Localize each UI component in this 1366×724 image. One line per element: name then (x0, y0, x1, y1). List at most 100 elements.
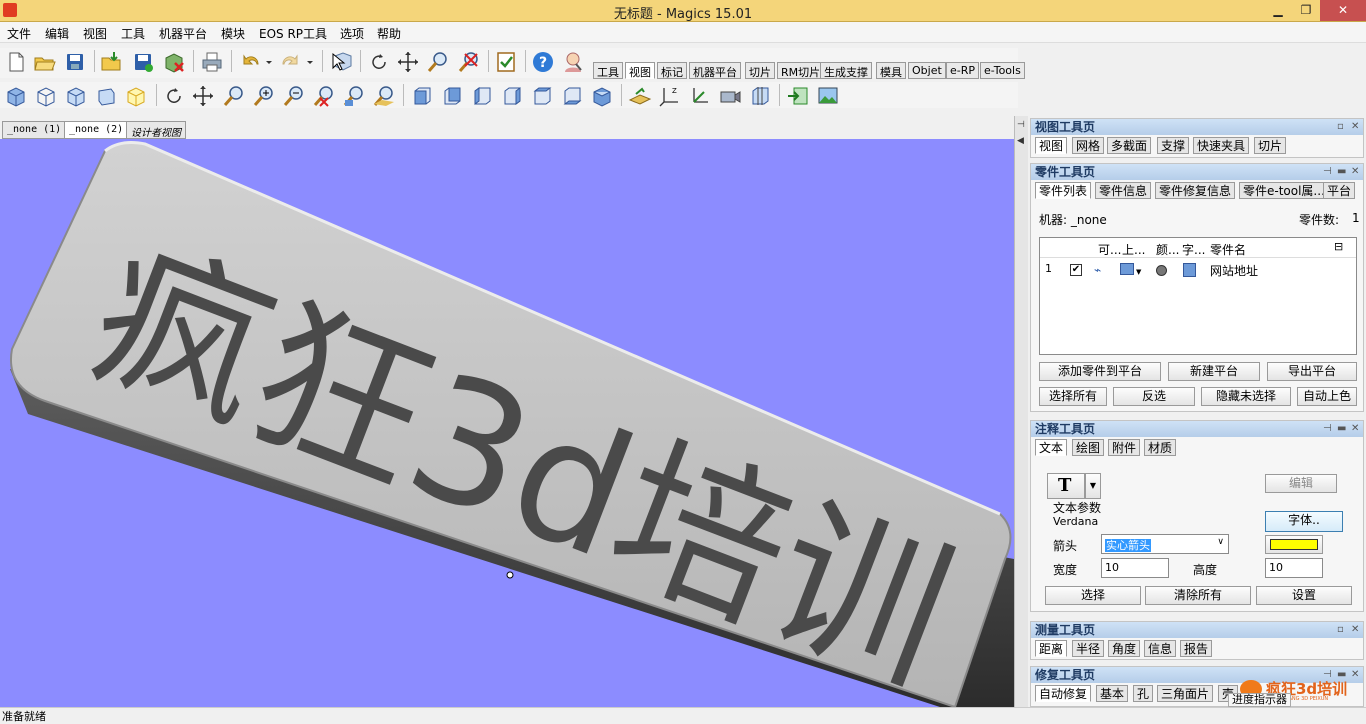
text-tool-button[interactable]: T (1047, 473, 1085, 499)
view-panel-tab-quick-fixture[interactable]: 快速夹具 (1193, 137, 1250, 154)
minimize-panel-icon[interactable]: ▬ (1337, 421, 1346, 437)
menu-edit[interactable]: 编辑 (45, 25, 69, 42)
checklist-icon[interactable] (494, 50, 518, 72)
rotate-view-icon[interactable] (162, 84, 186, 106)
view-bounding-box-icon[interactable] (124, 84, 148, 107)
color-dot-icon[interactable] (1156, 265, 1167, 276)
undo-icon[interactable] (238, 50, 274, 72)
arrow-select[interactable]: 实心箭头 ∨ (1101, 534, 1229, 554)
measure-tab-distance[interactable]: 距离 (1035, 640, 1068, 657)
fix-tab-triangles[interactable]: 三角面片 (1157, 685, 1214, 702)
save-icon[interactable] (63, 50, 87, 72)
parts-tab-fix-info[interactable]: 零件修复信息 (1155, 182, 1236, 199)
coordinate-system-icon[interactable]: Z (658, 84, 682, 107)
column-settings-icon[interactable]: ⊟ (1334, 240, 1343, 253)
parts-tab-info[interactable]: 零件信息 (1095, 182, 1152, 199)
export-view-icon[interactable] (786, 84, 810, 106)
zoom-icon[interactable] (426, 50, 450, 72)
view-panel-tab-multisection[interactable]: 多截面 (1107, 137, 1152, 154)
menu-options[interactable]: 选项 (340, 25, 364, 42)
panel-close-icon[interactable]: ✕ (1351, 119, 1359, 135)
pin-icon[interactable]: ⊣ (1017, 120, 1025, 130)
export-platform-button[interactable]: 导出平台 (1267, 362, 1357, 381)
font-button[interactable]: 字体.. (1265, 511, 1343, 532)
toolbar-tab-slice[interactable]: 切片 (745, 62, 775, 79)
menu-machine-platform[interactable]: 机器平台 (159, 25, 207, 42)
zoom-platform-icon[interactable] (372, 84, 396, 106)
view-panel-tab-mesh[interactable]: 网格 (1072, 137, 1105, 154)
minimize-button[interactable]: ▁ (1264, 0, 1292, 21)
toolbar-tab-e-rp[interactable]: e-RP (946, 62, 980, 79)
view-panel-tab-slice[interactable]: 切片 (1254, 137, 1287, 154)
width-input[interactable]: 10 (1101, 558, 1169, 578)
assistant-icon[interactable] (561, 50, 585, 72)
toolbar-tab-support[interactable]: 生成支撑 (820, 62, 872, 79)
measure-tab-angle[interactable]: 角度 (1108, 640, 1141, 657)
platform-cube-icon[interactable] (1120, 263, 1134, 275)
view-front-icon[interactable] (410, 84, 434, 106)
annot-tab-drawing[interactable]: 绘图 (1072, 439, 1105, 456)
menu-file[interactable]: 文件 (7, 25, 31, 42)
new-file-icon[interactable] (4, 50, 28, 72)
parts-tab-etool[interactable]: 零件e-tool属... (1239, 182, 1329, 199)
toolbar-tab-machine-platform[interactable]: 机器平台 (689, 62, 741, 79)
view-panel-tab-view[interactable]: 视图 (1035, 137, 1068, 154)
restore-icon[interactable]: ▫ (1337, 119, 1344, 135)
visible-checkbox[interactable]: ✔ (1070, 264, 1082, 276)
measure-tab-report[interactable]: 报告 (1180, 640, 1213, 657)
screenshot-icon[interactable] (816, 84, 840, 106)
col-color[interactable]: 颜... (1156, 241, 1179, 258)
platform-view-icon[interactable] (628, 84, 652, 106)
col-part-name[interactable]: 零件名 (1210, 241, 1246, 258)
view-top-icon[interactable] (530, 84, 554, 106)
view-bottom-icon[interactable] (560, 84, 584, 106)
col-platform[interactable]: 上... (1122, 241, 1145, 258)
auto-color-button[interactable]: 自动上色 (1297, 387, 1357, 406)
3d-viewport[interactable]: 疯狂3d培训 (0, 139, 1014, 707)
section-view-icon[interactable] (748, 84, 772, 106)
select-part-icon[interactable] (329, 50, 353, 72)
menu-eos-rp-tools[interactable]: EOS RP工具 (259, 25, 327, 42)
doc-tab-designer-view[interactable]: 设计者视图 (126, 121, 186, 139)
save-part-icon[interactable] (131, 50, 155, 72)
zoom-reset-icon[interactable] (312, 84, 336, 107)
select-all-button[interactable]: 选择所有 (1039, 387, 1107, 406)
panel-close-icon[interactable]: ✕ (1351, 421, 1359, 437)
fix-tab-auto[interactable]: 自动修复 (1035, 685, 1092, 702)
dropdown-icon[interactable]: ▼ (1136, 268, 1141, 276)
zoom-fit-icon[interactable] (457, 50, 481, 72)
panel-close-icon[interactable]: ✕ (1351, 622, 1359, 638)
toolbar-tab-objet[interactable]: Objet (908, 62, 946, 79)
fix-tab-basic[interactable]: 基本 (1096, 685, 1129, 702)
panel-close-icon[interactable]: ✕ (1351, 164, 1359, 180)
invert-selection-button[interactable]: 反选 (1113, 387, 1195, 406)
parts-tab-list[interactable]: 零件列表 (1035, 182, 1092, 199)
minimize-panel-icon[interactable]: ▬ (1337, 164, 1346, 180)
import-part-icon[interactable] (100, 50, 124, 72)
table-row[interactable]: 1 ✔ ⌁ ▼ 网站地址 (1040, 260, 1356, 280)
rotate-icon[interactable] (367, 50, 391, 72)
col-font[interactable]: 字... (1182, 241, 1205, 258)
toolbar-tab-mold[interactable]: 模具 (876, 62, 906, 79)
pan-view-icon[interactable] (191, 84, 215, 106)
pin-icon[interactable]: ⊣ (1323, 164, 1332, 180)
unload-part-icon[interactable] (162, 50, 186, 73)
chevron-down-icon[interactable]: ∨ (1217, 537, 1224, 547)
toolbar-tab-tools[interactable]: 工具 (593, 62, 623, 79)
print-icon[interactable] (200, 50, 224, 72)
axis-view-icon[interactable] (688, 84, 712, 106)
redo-icon[interactable] (279, 50, 315, 72)
view-back-icon[interactable] (440, 84, 464, 106)
select-button[interactable]: 选择 (1045, 586, 1141, 605)
text-tool-dropdown-icon[interactable]: ▼ (1085, 473, 1101, 499)
doc-tab-none-1[interactable]: _none (1) (2, 121, 67, 139)
view-panel-tab-support[interactable]: 支撑 (1157, 137, 1190, 154)
help-icon[interactable]: ? (531, 50, 555, 72)
toolbar-tab-rm-slice[interactable]: RM切片 (777, 62, 825, 79)
toolbar-tab-view[interactable]: 视图 (625, 62, 655, 79)
hide-unselected-button[interactable]: 隐藏未选择 (1201, 387, 1291, 406)
measure-tab-radius[interactable]: 半径 (1072, 640, 1105, 657)
add-part-to-platform-button[interactable]: 添加零件到平台 (1039, 362, 1161, 381)
menu-tools[interactable]: 工具 (121, 25, 145, 42)
fix-tab-holes[interactable]: 孔 (1133, 685, 1154, 702)
